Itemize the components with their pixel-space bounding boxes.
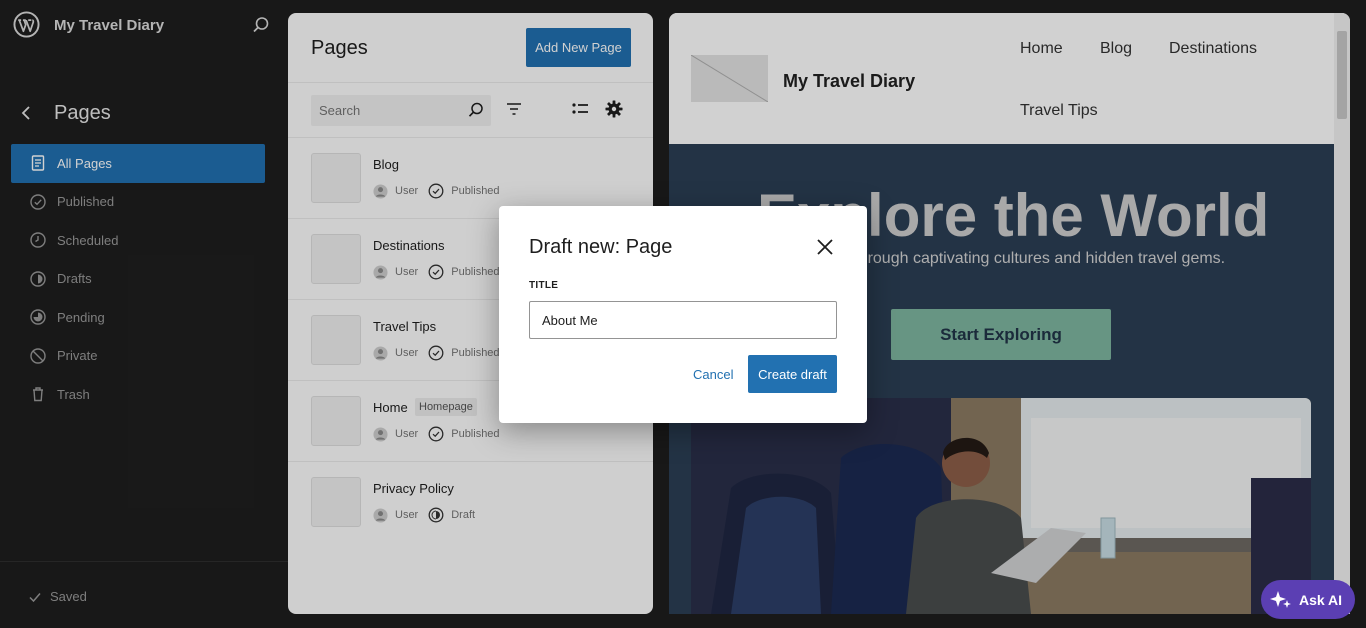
close-button[interactable] <box>813 235 837 259</box>
create-draft-button[interactable]: Create draft <box>748 355 837 393</box>
ask-ai-button[interactable]: Ask AI <box>1261 580 1355 619</box>
sparkle-icon <box>1270 590 1291 608</box>
ask-ai-label: Ask AI <box>1299 591 1343 608</box>
dialog-title: Draft new: Page <box>529 236 673 258</box>
title-input[interactable] <box>529 301 837 339</box>
close-icon <box>817 239 833 255</box>
cancel-button[interactable]: Cancel <box>681 355 745 393</box>
draft-new-page-dialog: Draft new: Page TITLE Cancel Create draf… <box>499 206 867 423</box>
title-field-label: TITLE <box>529 280 559 291</box>
